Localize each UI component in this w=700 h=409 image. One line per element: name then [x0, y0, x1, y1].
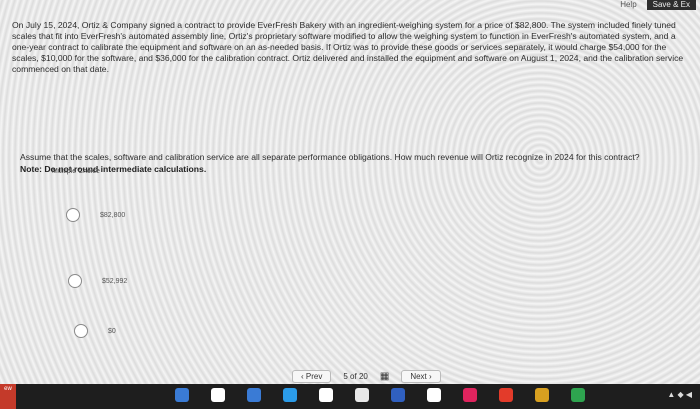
- chevron-left-icon: ‹: [301, 372, 304, 381]
- option-3-text: $0: [108, 327, 116, 335]
- option-1[interactable]: $82,800: [66, 208, 125, 222]
- help-link[interactable]: Help: [620, 0, 636, 10]
- next-button[interactable]: Next ›: [401, 370, 441, 383]
- prev-label: Prev: [305, 372, 323, 381]
- radio-button[interactable]: [66, 208, 80, 222]
- option-2-text: $52,992: [102, 277, 128, 285]
- page-of: of: [350, 372, 357, 381]
- taskbar-app-icon[interactable]: [247, 388, 261, 402]
- option-2[interactable]: $52,992: [68, 274, 127, 288]
- multiple-choice-label: Multiple Choice: [52, 168, 100, 175]
- grid-icon[interactable]: ▦: [380, 371, 389, 382]
- question-navigation: ‹ Prev 5 of 20 ▦ Next ›: [292, 370, 441, 383]
- option-3[interactable]: $0: [74, 324, 116, 338]
- taskbar-app-icon[interactable]: [175, 388, 189, 402]
- next-label: Next: [410, 372, 427, 381]
- taskbar: ew ▲ ◆ ◀: [0, 384, 700, 409]
- radio-button[interactable]: [74, 324, 88, 338]
- save-exit-button[interactable]: Save & Ex: [646, 0, 696, 10]
- chevron-right-icon: ›: [429, 372, 432, 381]
- taskbar-app-icon[interactable]: [391, 388, 405, 402]
- system-tray-icon[interactable]: ▲ ◆ ◀: [667, 390, 692, 399]
- taskbar-app-icon[interactable]: [283, 388, 297, 402]
- question-note: Note: Do not round intermediate calculat…: [20, 164, 207, 174]
- radio-button[interactable]: [68, 274, 82, 288]
- option-1-text: $82,800: [100, 211, 126, 219]
- taskbar-app-icon[interactable]: [571, 388, 585, 402]
- taskbar-icons: [175, 388, 585, 402]
- taskbar-app-icon[interactable]: [319, 388, 333, 402]
- taskbar-app-icon[interactable]: [355, 388, 369, 402]
- taskbar-app-icon[interactable]: [427, 388, 441, 402]
- page-total: 20: [358, 372, 368, 381]
- taskbar-app-icon[interactable]: [499, 388, 513, 402]
- question-prompt: Assume that the scales, software and cal…: [20, 152, 640, 162]
- taskbar-app-icon[interactable]: [535, 388, 549, 402]
- question-panel: On July 15, 2024, Ortiz & Company signed…: [0, 10, 700, 375]
- page-indicator: 5 of 20: [343, 372, 368, 381]
- taskbar-app-icon[interactable]: [211, 388, 225, 402]
- page-current: 5: [343, 372, 348, 381]
- prev-button[interactable]: ‹ Prev: [292, 370, 332, 383]
- top-bar: Help Save & Ex: [620, 0, 700, 10]
- taskbar-badge[interactable]: ew: [0, 384, 16, 409]
- taskbar-app-icon[interactable]: [463, 388, 477, 402]
- question-paragraph: On July 15, 2024, Ortiz & Company signed…: [12, 20, 684, 74]
